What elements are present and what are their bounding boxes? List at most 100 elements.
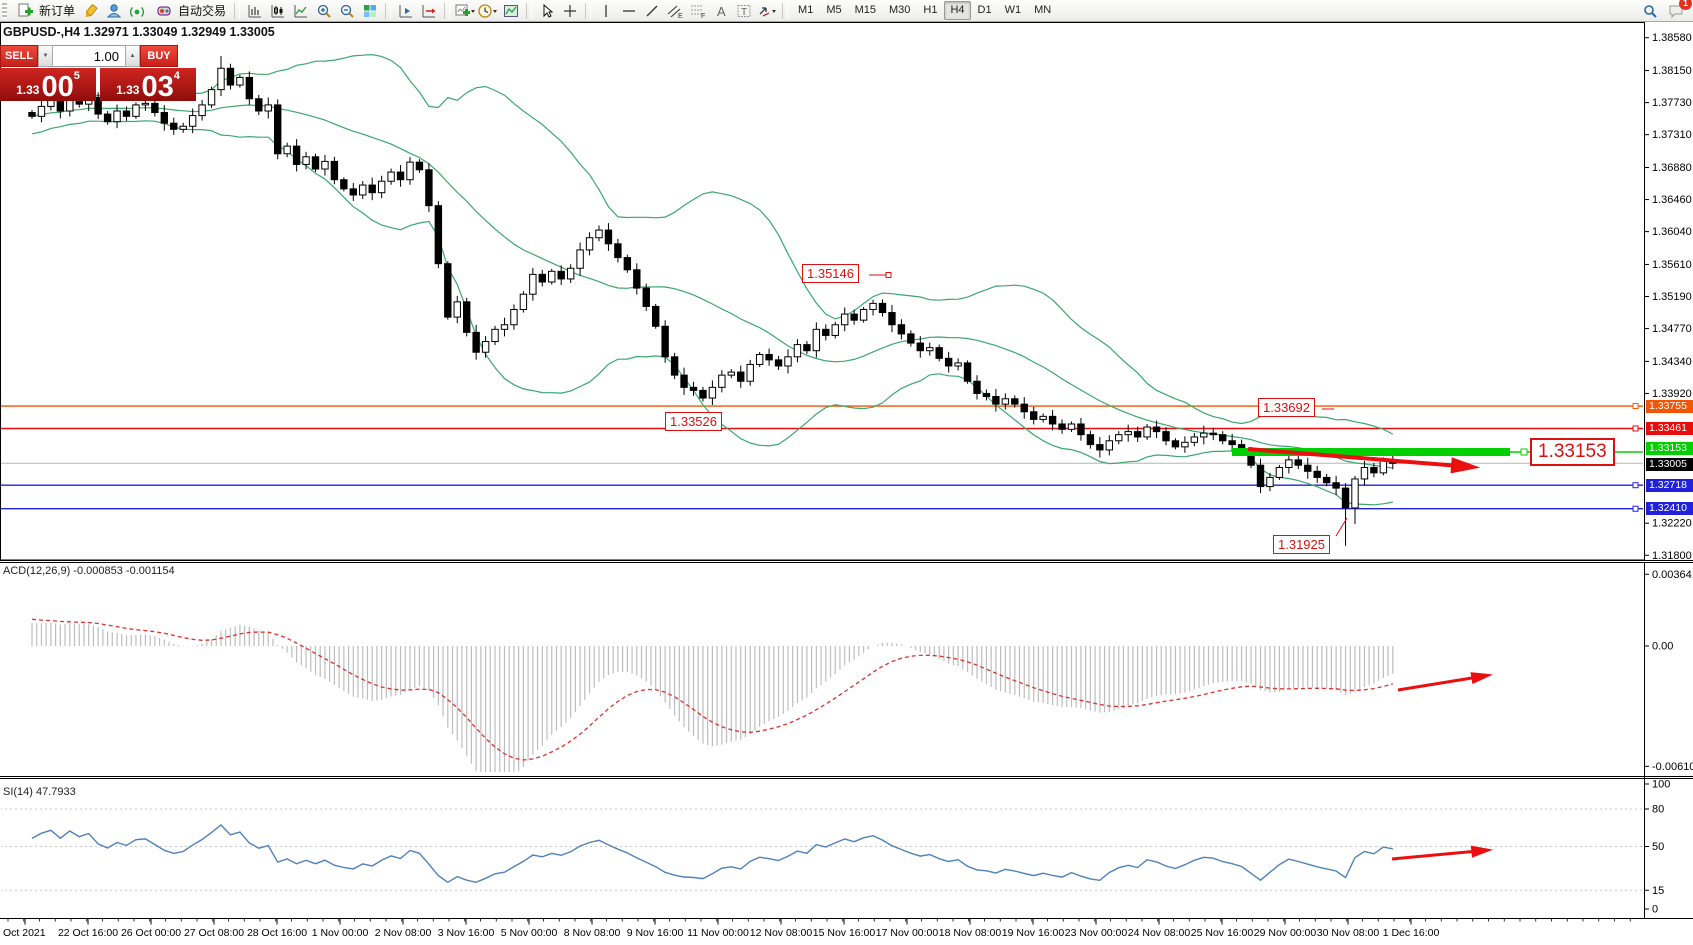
mt4-window: 新订单 自动交易 [0, 0, 1693, 945]
price-badge: 1.33461 [1646, 422, 1693, 435]
rsi-label: SI(14) 47.7933 [3, 786, 76, 798]
vertical-line-icon[interactable] [595, 0, 617, 22]
annotation-high-label[interactable]: 1.35146 [802, 264, 859, 283]
cursor-icon[interactable] [536, 0, 558, 22]
svg-text:15 Nov 16:00: 15 Nov 16:00 [813, 927, 876, 939]
volume-input[interactable] [53, 45, 125, 67]
separator [385, 3, 391, 19]
svg-text:9 Nov 16:00: 9 Nov 16:00 [627, 927, 684, 939]
chart-shift-icon[interactable] [418, 0, 440, 22]
separator [782, 3, 788, 19]
svg-text:26 Oct 00:00: 26 Oct 00:00 [121, 927, 181, 939]
line-chart-icon[interactable] [290, 0, 312, 22]
new-order-label: 新订单 [39, 2, 75, 19]
svg-text:T: T [741, 7, 747, 18]
new-chart-icon[interactable] [454, 0, 476, 22]
sell-button[interactable]: SELL [0, 45, 38, 67]
zoom-out-icon[interactable] [336, 0, 358, 22]
tab-h1[interactable]: H1 [917, 1, 943, 20]
notifications-icon[interactable]: 1 [1665, 0, 1687, 22]
svg-text:11 Nov 00:00: 11 Nov 00:00 [687, 927, 749, 939]
auto-trading-icon [153, 0, 175, 22]
templates-icon[interactable] [500, 0, 522, 22]
annotation-target-label[interactable]: 1.33153 [1530, 438, 1615, 466]
svg-text:Oct 2021: Oct 2021 [3, 927, 46, 939]
crosshair-icon[interactable] [559, 0, 581, 22]
svg-text:80: 80 [1652, 804, 1664, 816]
tab-m5[interactable]: M5 [820, 1, 847, 20]
svg-text:1.31800: 1.31800 [1652, 550, 1692, 562]
chart-title: GBPUSD-,H4 1.32971 1.33049 1.32949 1.330… [3, 25, 275, 39]
svg-text:1.32220: 1.32220 [1652, 518, 1692, 530]
arrows-tool-icon[interactable] [756, 0, 778, 22]
price-badge: 1.32718 [1646, 479, 1693, 492]
svg-text:F: F [701, 13, 705, 19]
metaeditor-icon[interactable] [103, 0, 125, 22]
signals-icon[interactable] [126, 0, 148, 22]
svg-text:1.37730: 1.37730 [1652, 97, 1692, 109]
svg-text:1.34340: 1.34340 [1652, 356, 1692, 368]
svg-text:1.34770: 1.34770 [1652, 323, 1692, 335]
annotation-low-label[interactable]: 1.31925 [1273, 535, 1330, 554]
svg-text:1.35190: 1.35190 [1652, 291, 1692, 303]
svg-text:-0.006109: -0.006109 [1652, 761, 1693, 773]
svg-text:50: 50 [1652, 841, 1664, 853]
svg-text:100: 100 [1652, 779, 1670, 791]
volume-up-stepper[interactable]: ▲ [125, 45, 140, 67]
candlestick-chart-icon[interactable] [267, 0, 289, 22]
svg-text:27 Oct 08:00: 27 Oct 08:00 [184, 927, 244, 939]
annotation-level-label[interactable]: 1.33692 [1258, 398, 1315, 417]
svg-text:28 Oct 16:00: 28 Oct 16:00 [247, 927, 307, 939]
price-badge-target: 1.33153 [1646, 442, 1693, 455]
text-label-icon[interactable]: T [733, 0, 755, 22]
auto-scroll-icon[interactable] [395, 0, 417, 22]
svg-text:12 Nov 08:00: 12 Nov 08:00 [750, 927, 813, 939]
periods-icon[interactable] [477, 0, 499, 22]
annotation-mid-label[interactable]: 1.33526 [665, 412, 722, 431]
volume-down-stepper[interactable]: ▼ [38, 45, 53, 67]
svg-text:30 Nov 08:00: 30 Nov 08:00 [1317, 927, 1380, 939]
tab-m1[interactable]: M1 [792, 1, 819, 20]
svg-text:2 Nov 08:00: 2 Nov 08:00 [375, 927, 432, 939]
separator [444, 3, 450, 19]
buy-price[interactable]: 1.33 03 4 [100, 68, 196, 101]
notification-badge: 1 [1679, 0, 1692, 10]
new-order-button[interactable]: 新订单 [10, 1, 79, 21]
svg-text:19 Nov 16:00: 19 Nov 16:00 [1002, 927, 1065, 939]
svg-text:0: 0 [1652, 904, 1658, 916]
toolbar-grip[interactable] [2, 3, 7, 19]
tab-w1[interactable]: W1 [999, 1, 1028, 20]
svg-text:1 Nov 00:00: 1 Nov 00:00 [312, 927, 369, 939]
text-icon[interactable]: A [710, 0, 732, 22]
auto-trading-label: 自动交易 [178, 2, 226, 19]
fibonacci-icon[interactable]: F [687, 0, 709, 22]
search-icon[interactable] [1639, 0, 1661, 22]
buy-button[interactable]: BUY [140, 45, 178, 67]
svg-text:1.38580: 1.38580 [1652, 32, 1692, 44]
tile-windows-icon[interactable] [359, 0, 381, 22]
bar-chart-icon[interactable] [244, 0, 266, 22]
svg-text:1 Dec 16:00: 1 Dec 16:00 [1383, 927, 1440, 939]
horizontal-line-icon[interactable] [618, 0, 640, 22]
chart-canvas[interactable]: 1.385801.381501.377301.373101.368801.364… [0, 0, 1693, 945]
one-click-trading-panel: SELL ▼ ▲ BUY 1.33 00 5 1.33 03 4 [0, 45, 196, 101]
svg-text:24 Nov 08:00: 24 Nov 08:00 [1128, 927, 1191, 939]
tab-h4[interactable]: H4 [944, 1, 970, 20]
styler-icon[interactable] [80, 0, 102, 22]
price-badge: 1.32410 [1646, 502, 1693, 515]
tab-m15[interactable]: M15 [849, 1, 882, 20]
trendline-icon[interactable] [641, 0, 663, 22]
svg-text:1.36460: 1.36460 [1652, 194, 1692, 206]
zoom-in-icon[interactable] [313, 0, 335, 22]
tab-m30[interactable]: M30 [883, 1, 916, 20]
svg-text:1.35610: 1.35610 [1652, 259, 1692, 271]
auto-trading-button[interactable]: 自动交易 [149, 1, 230, 21]
svg-text:3 Nov 16:00: 3 Nov 16:00 [438, 927, 495, 939]
equidistant-channel-icon[interactable]: E [664, 0, 686, 22]
sell-price[interactable]: 1.33 00 5 [0, 68, 96, 101]
tab-mn[interactable]: MN [1028, 1, 1057, 20]
macd-label: ACD(12,26,9) -0.000853 -0.001154 [3, 565, 175, 577]
svg-text:A: A [717, 4, 726, 19]
tab-d1[interactable]: D1 [972, 1, 998, 20]
svg-text:8 Nov 08:00: 8 Nov 08:00 [564, 927, 621, 939]
